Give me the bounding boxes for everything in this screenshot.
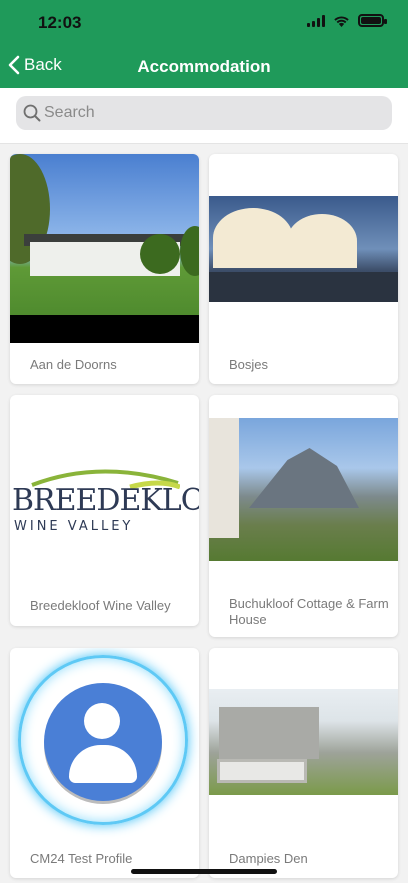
cellular-signal-icon [307,14,325,27]
card-label: Aan de Doorns [30,357,117,372]
accommodation-card-aan-de-doorns[interactable]: Aan de Doorns [10,154,199,384]
card-label: Buchukloof Cottage & Farm House [229,596,389,627]
accommodation-card-bosjes[interactable]: Bosjes [209,154,398,384]
wifi-icon [333,15,350,27]
accommodation-image [209,418,398,561]
home-indicator[interactable] [131,869,277,874]
accommodation-card-buchukloof[interactable]: Buchukloof Cottage & Farm House [209,395,398,637]
search-input[interactable] [44,96,384,130]
accommodation-image [209,689,398,795]
avatar [44,683,162,801]
search-bar [0,88,408,144]
status-icons [307,14,387,27]
accommodation-card-dampies-den[interactable]: Dampies Den [209,648,398,878]
card-label: Bosjes [229,357,269,372]
page-title: Accommodation [137,57,271,76]
navigation-bar: Back Accommodation [0,46,408,88]
logo-wordmark: BREEDEKLOOF [12,483,199,518]
card-label: CM24 Test Profile [30,851,133,866]
logo-subtitle: WINE VALLEY [14,519,134,534]
search-icon [23,104,41,122]
card-label: Dampies Den [229,851,308,866]
status-bar: 12:03 [0,0,408,46]
status-time: 12:03 [38,13,82,32]
search-field[interactable] [16,96,392,130]
card-label: Breedekloof Wine Valley [30,598,171,613]
breedekloof-logo: BREEDEKLOOF WINE VALLEY [10,465,199,555]
accommodation-image [10,154,199,343]
accommodation-image [209,196,398,302]
accommodation-card-cm24-test-profile[interactable]: CM24 Test Profile [10,648,199,878]
accommodation-card-breedekloof-wine-valley[interactable]: BREEDEKLOOF WINE VALLEY Breedekloof Wine… [10,395,199,626]
battery-icon [358,14,387,27]
